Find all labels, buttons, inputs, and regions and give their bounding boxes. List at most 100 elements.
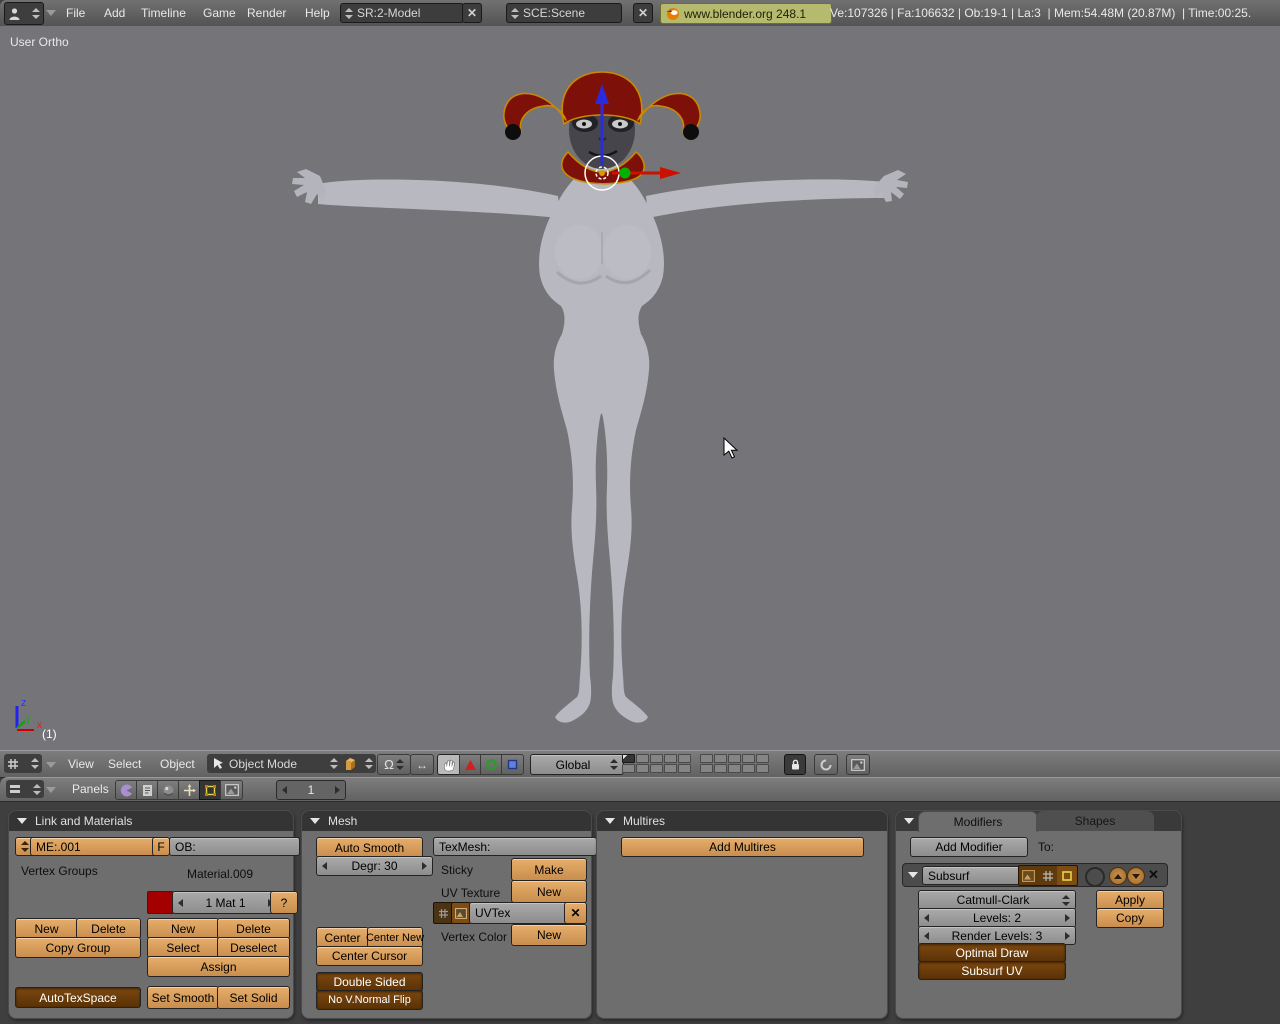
panel-collapse-icon[interactable]	[310, 818, 320, 824]
uvtex-pin-button[interactable]	[433, 902, 453, 924]
layer-3[interactable]	[650, 754, 663, 763]
scene-context-button[interactable]	[220, 780, 243, 800]
manipulator-translate-toggle[interactable]	[459, 754, 482, 775]
editing-context-button[interactable]	[199, 780, 222, 800]
script-context-button[interactable]	[136, 780, 159, 800]
modifier-realtime-toggle[interactable]	[1057, 866, 1077, 885]
manipulator-size-button[interactable]: ↔	[410, 754, 434, 775]
layer-19[interactable]	[742, 764, 755, 773]
uvtex-name-field[interactable]: UVTex	[469, 902, 576, 924]
panels-menu[interactable]: Panels	[72, 782, 109, 796]
uv-texture-new-button[interactable]: New	[511, 880, 587, 903]
fake-user-button[interactable]: F	[152, 837, 170, 856]
layer-15[interactable]	[678, 764, 691, 773]
uvtex-delete-button[interactable]: ✕	[564, 902, 587, 924]
vgroup-delete-button[interactable]: Delete	[76, 918, 141, 939]
panel-collapse-icon[interactable]	[904, 818, 914, 824]
copy-group-button[interactable]: Copy Group	[15, 937, 141, 958]
material-index-stepper[interactable]: 1 Mat 1	[172, 891, 279, 914]
subdiv-type-selector[interactable]: Catmull-Clark	[918, 890, 1076, 910]
material-new-button[interactable]: New	[147, 918, 219, 939]
autotexspace-toggle[interactable]: AutoTexSpace	[15, 987, 141, 1008]
screen-close-button[interactable]: ✕	[462, 3, 482, 23]
modifier-edit-toggle[interactable]	[1038, 866, 1057, 885]
menu-select[interactable]: Select	[108, 757, 141, 771]
texmesh-field[interactable]: TexMesh:	[433, 837, 597, 856]
manipulator-y-handle[interactable]	[619, 167, 631, 179]
screen-selector[interactable]: SR:2-Model	[340, 3, 464, 23]
proportional-edit-button[interactable]	[814, 754, 838, 775]
modifier-render-toggle[interactable]	[1019, 866, 1038, 885]
menu-game[interactable]: Game	[203, 6, 236, 20]
set-solid-button[interactable]: Set Solid	[217, 986, 290, 1009]
object-context-button[interactable]	[178, 780, 201, 800]
header-collapse-icon[interactable]	[46, 787, 56, 793]
layer-12[interactable]	[636, 764, 649, 773]
material-deselect-button[interactable]: Deselect	[217, 937, 290, 958]
frame-increment-icon[interactable]	[335, 786, 340, 794]
panel-header[interactable]: Multires	[597, 811, 887, 831]
stepper-right-icon[interactable]	[1065, 914, 1070, 922]
menu-timeline[interactable]: Timeline	[141, 6, 186, 20]
panel-collapse-icon[interactable]	[605, 818, 615, 824]
editor-type-button[interactable]	[6, 780, 44, 798]
levels-stepper[interactable]: Levels: 2	[918, 908, 1076, 928]
window-type-button[interactable]	[4, 2, 44, 25]
manipulator-x-arrow[interactable]	[660, 167, 681, 179]
modifier-expand-icon[interactable]	[908, 872, 918, 878]
modifier-move-down-button[interactable]	[1127, 867, 1145, 885]
set-smooth-button[interactable]: Set Smooth	[147, 986, 219, 1009]
layer-14[interactable]	[664, 764, 677, 773]
scene-selector[interactable]: SCE:Scene	[506, 3, 622, 23]
material-help-button[interactable]: ?	[270, 891, 298, 914]
header-collapse-icon[interactable]	[46, 10, 56, 16]
apply-button[interactable]: Apply	[1096, 890, 1164, 910]
double-sided-toggle[interactable]: Double Sided	[316, 972, 423, 992]
add-modifier-button[interactable]: Add Modifier	[910, 837, 1028, 857]
material-assign-button[interactable]: Assign	[147, 956, 290, 977]
layer-9[interactable]	[742, 754, 755, 763]
menu-object[interactable]: Object	[160, 757, 195, 771]
layer-13[interactable]	[650, 764, 663, 773]
optimal-draw-toggle[interactable]: Optimal Draw	[918, 943, 1066, 963]
layer-11[interactable]	[622, 764, 635, 773]
layer-4[interactable]	[664, 754, 677, 763]
uvtex-image-button[interactable]	[451, 902, 471, 924]
layer-17[interactable]	[714, 764, 727, 773]
center-new-button[interactable]: Center New	[366, 927, 424, 948]
mode-selector[interactable]: Object Mode	[207, 754, 343, 773]
material-select-button[interactable]: Select	[147, 937, 219, 958]
layer-1[interactable]	[622, 754, 635, 763]
layer-6[interactable]	[700, 754, 713, 763]
lock-layers-toggle[interactable]	[784, 754, 806, 775]
layer-18[interactable]	[728, 764, 741, 773]
object-name-field[interactable]: OB:	[169, 837, 300, 856]
draw-type-selector[interactable]	[340, 754, 376, 773]
subsurf-uv-toggle[interactable]: Subsurf UV	[918, 961, 1066, 980]
add-multires-button[interactable]: Add Multires	[621, 837, 864, 857]
layer-7[interactable]	[714, 754, 727, 763]
manipulator-scale-toggle[interactable]	[501, 754, 524, 775]
layer-buttons-group-1[interactable]	[622, 754, 691, 773]
header-collapse-icon[interactable]	[46, 762, 56, 768]
layer-16[interactable]	[700, 764, 713, 773]
layer-8[interactable]	[728, 754, 741, 763]
logic-context-button[interactable]	[115, 780, 138, 800]
scene-close-button[interactable]: ✕	[633, 3, 653, 23]
blender-version-badge[interactable]: www.blender.org 248.1	[660, 3, 832, 24]
panel-header[interactable]: Link and Materials	[9, 811, 293, 831]
shading-context-button[interactable]	[157, 780, 180, 800]
frame-number-stepper[interactable]: 1	[276, 780, 346, 800]
menu-help[interactable]: Help	[305, 6, 330, 20]
material-delete-button[interactable]: Delete	[217, 918, 290, 939]
modifier-move-up-button[interactable]	[1109, 867, 1127, 885]
auto-smooth-toggle[interactable]: Auto Smooth	[316, 837, 423, 858]
panel-header[interactable]: Mesh	[302, 811, 591, 831]
modifier-cache-button[interactable]	[1085, 867, 1105, 887]
panel-collapse-icon[interactable]	[17, 818, 27, 824]
stepper-right-icon[interactable]	[1065, 931, 1070, 940]
menu-add[interactable]: Add	[104, 6, 125, 20]
menu-render[interactable]: Render	[247, 6, 286, 20]
render-preview-button[interactable]	[846, 754, 870, 775]
vgroup-new-button[interactable]: New	[15, 918, 78, 939]
